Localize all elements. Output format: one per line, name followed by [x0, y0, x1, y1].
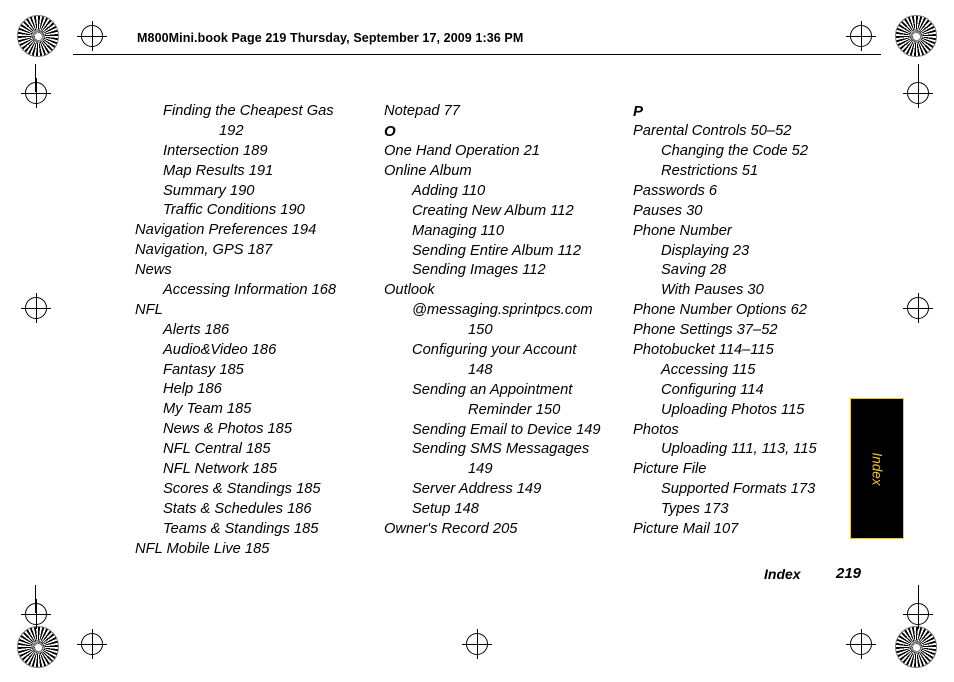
index-entry: Summary 190 — [163, 182, 255, 199]
registration-mark-left-middle — [21, 293, 51, 323]
index-entry: Configuring your Account — [412, 341, 577, 358]
registration-mark-bottom-center — [462, 629, 492, 659]
index-entry: Teams & Standings 185 — [163, 520, 319, 537]
index-entry-continuation: 148 — [468, 361, 493, 378]
index-entry: Sending Email to Device 149 — [412, 421, 601, 438]
index-entry: Managing 110 — [412, 222, 505, 239]
index-entry: Audio&Video 186 — [163, 341, 277, 358]
printed-page: M800Mini.book Page 219 Thursday, Septemb… — [0, 0, 954, 682]
index-entry: Configuring 114 — [661, 381, 764, 398]
index-entry: Intersection 189 — [163, 142, 268, 159]
index-entry: Owner's Record 205 — [384, 521, 518, 537]
registration-star-top-left — [17, 15, 59, 57]
index-entry: With Pauses 30 — [661, 282, 764, 299]
thumb-tab-index: Index — [850, 398, 904, 539]
index-entry: Restrictions 51 — [661, 162, 759, 179]
index-entry: Navigation Preferences 194 — [135, 222, 317, 239]
registration-mark-right-middle — [903, 293, 933, 323]
index-entry: @messaging.sprintpcs.com — [412, 302, 593, 319]
index-entry-continuation: 192 — [219, 122, 244, 139]
index-entry: Pauses 30 — [633, 202, 703, 219]
registration-mark-left-upper — [21, 78, 51, 108]
index-entry: Setup 148 — [412, 501, 479, 518]
footer-page-number: 219 — [836, 565, 862, 582]
trim-line-left — [35, 64, 36, 92]
index-entry: Parental Controls 50–52 — [633, 123, 792, 140]
index-entry: Creating New Album 112 — [412, 202, 574, 219]
index-entry: News — [135, 262, 172, 279]
registration-mark-top-center-left — [77, 21, 107, 51]
index-entry: NFL Network 185 — [163, 461, 278, 478]
index-entry: Saving 28 — [661, 262, 727, 279]
index-column-2: Notepad 77 O One Hand Operation 21 Online A… — [384, 104, 609, 542]
index-entry: Changing the Code 52 — [661, 143, 808, 160]
registration-star-top-right — [895, 15, 937, 57]
index-entry: Picture Mail 107 — [633, 521, 739, 537]
index-entry: Alerts 186 — [163, 321, 230, 338]
index-entry: Server Address 149 — [412, 481, 542, 498]
index-entry: NFL — [135, 301, 163, 318]
index-entry: Supported Formats 173 — [661, 481, 816, 498]
registration-mark-bottom-center-left — [77, 629, 107, 659]
registration-mark-left-lower — [21, 599, 51, 629]
index-entry-continuation: 150 — [468, 322, 493, 339]
index-entry: Phone Number Options 62 — [633, 302, 807, 319]
index-entry: Notepad 77 — [384, 103, 460, 119]
index-entry: Scores & Standings 185 — [163, 480, 321, 497]
index-entry: Stats & Schedules 186 — [163, 500, 312, 517]
index-entry: NFL Mobile Live 185 — [135, 540, 270, 557]
registration-star-bottom-left — [17, 626, 59, 668]
index-entry: Fantasy 185 — [163, 361, 244, 378]
registration-mark-bottom-center-right — [846, 629, 876, 659]
registration-mark-top-center-right — [846, 21, 876, 51]
index-entry: Accessing Information 168 — [163, 282, 337, 299]
index-entry-continuation: Reminder 150 — [468, 401, 561, 418]
index-letter-heading: O — [384, 122, 396, 140]
index-column-1: Finding the Cheapest Gas 192 Intersection … — [135, 104, 370, 561]
index-entry: Online Album — [384, 162, 472, 179]
index-entry: Help 186 — [163, 381, 222, 398]
index-entry: Finding the Cheapest Gas — [163, 103, 334, 119]
index-entry: Phone Number — [633, 222, 732, 239]
index-entry: Outlook — [384, 282, 435, 299]
index-letter-heading: P — [633, 103, 644, 120]
index-entry: Navigation, GPS 187 — [135, 242, 273, 259]
index-entry: Sending an Appointment — [412, 381, 573, 398]
index-entry: Uploading Photos 115 — [661, 401, 805, 418]
index-entry: Map Results 191 — [163, 162, 274, 179]
index-entry: Traffic Conditions 190 — [163, 202, 305, 219]
index-entry: Phone Settings 37–52 — [633, 322, 778, 339]
index-column-3: P Parental Controls 50–52 Changing the Cod… — [633, 104, 863, 542]
index-entry: Displaying 23 — [661, 242, 750, 259]
index-entry: One Hand Operation 21 — [384, 143, 540, 160]
index-entry: Photos — [633, 421, 679, 438]
thumb-tab-label: Index — [869, 451, 885, 486]
index-entry: News & Photos 185 — [163, 421, 292, 438]
trim-line-right-bottom — [918, 585, 919, 613]
index-entry-continuation: 149 — [468, 461, 493, 478]
index-entry: Passwords 6 — [633, 182, 718, 199]
footer-section-label: Index — [764, 566, 801, 582]
index-entry: Sending Entire Album 112 — [412, 242, 582, 259]
index-entry: Uploading 111, 113, 115 — [661, 441, 817, 458]
index-entry: Accessing 115 — [661, 361, 756, 378]
index-entry: Adding 110 — [412, 182, 486, 199]
registration-star-bottom-right — [895, 626, 937, 668]
trim-line-right — [918, 64, 919, 92]
index-entry: Sending SMS Messagages — [412, 441, 590, 458]
index-entry: Photobucket 114–115 — [633, 341, 774, 358]
index-entry: Picture File — [633, 461, 707, 478]
index-entry: Types 173 — [661, 501, 729, 518]
header-rule — [73, 54, 881, 55]
trim-line-left-bottom — [35, 585, 36, 613]
index-entry: NFL Central 185 — [163, 441, 271, 458]
index-entry: Sending Images 112 — [412, 262, 546, 279]
header-filename-stamp: M800Mini.book Page 219 Thursday, Septemb… — [137, 31, 524, 45]
index-entry: My Team 185 — [163, 401, 252, 418]
